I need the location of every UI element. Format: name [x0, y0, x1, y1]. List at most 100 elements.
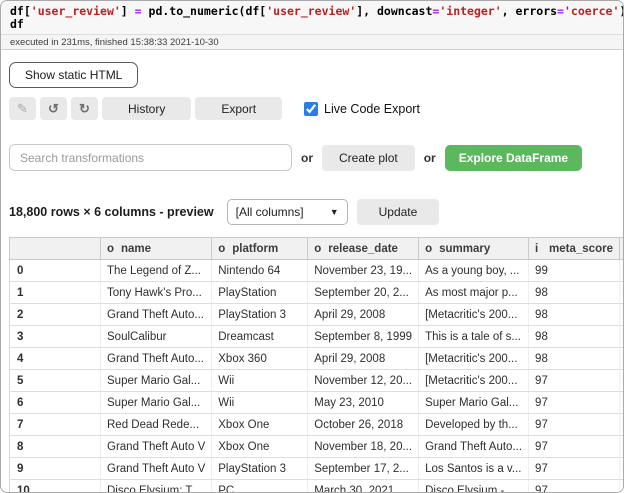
code-string-token: 'integer' [439, 4, 501, 18]
cell-summary: Los Santos is a v... [419, 458, 529, 480]
cell-meta_score: 97 [529, 392, 620, 414]
table-row: 8Grand Theft Auto VXbox OneNovember 18, … [10, 436, 624, 458]
table-row: 4Grand Theft Auto...Xbox 360April 29, 20… [10, 348, 624, 370]
live-code-export-label: Live Code Export [324, 102, 420, 116]
cell-user_review: 9.1 [619, 260, 624, 282]
cell-summary: Disco Elysium - ... [419, 480, 529, 493]
cell-meta_score: 99 [529, 260, 620, 282]
row-index: 9 [10, 458, 101, 480]
export-button[interactable]: Export [195, 97, 282, 120]
table-row: 9Grand Theft Auto VPlayStation 3Septembe… [10, 458, 624, 480]
cell-release_date: March 30, 2021 [308, 480, 419, 493]
cell-meta_score: 97 [529, 436, 620, 458]
cell-platform: PlayStation [212, 282, 308, 304]
table-row: 7Red Dead Rede...Xbox OneOctober 26, 201… [10, 414, 624, 436]
cell-platform: PC [212, 480, 308, 493]
cell-name: The Legend of Z... [101, 260, 212, 282]
cell-user_review: 7.4 [619, 282, 624, 304]
undo-icon[interactable]: ↺ [40, 97, 67, 120]
cell-platform: Xbox 360 [212, 348, 308, 370]
cell-summary: As a young boy, ... [419, 260, 529, 282]
row-index: 0 [10, 260, 101, 282]
columns-select[interactable]: [All columns] [227, 199, 348, 225]
cell-user_review: 8.3 [619, 458, 624, 480]
explore-dataframe-button[interactable]: Explore DataFrame [445, 145, 582, 171]
column-header-user_review: fuser_review [619, 238, 624, 260]
search-input[interactable] [9, 144, 292, 171]
table-row: 3SoulCaliburDreamcastSeptember 8, 1999Th… [10, 326, 624, 348]
table-row: 0The Legend of Z...Nintendo 64November 2… [10, 260, 624, 282]
cell-meta_score: 98 [529, 326, 620, 348]
cell-release_date: May 23, 2010 [308, 392, 419, 414]
cell-release_date: April 29, 2008 [308, 304, 419, 326]
column-header-summary: osummary [419, 238, 529, 260]
cell-meta_score: 97 [529, 480, 620, 493]
cell-release_date: November 23, 19... [308, 260, 419, 282]
row-index: 5 [10, 370, 101, 392]
cell-user_review: 7.9 [619, 348, 624, 370]
row-index: 6 [10, 392, 101, 414]
cell-release_date: November 12, 20... [308, 370, 419, 392]
cell-summary: [Metacritic's 200... [419, 370, 529, 392]
cell-summary: As most major p... [419, 282, 529, 304]
row-index: 7 [10, 414, 101, 436]
cell-name: Disco Elysium: T... [101, 480, 212, 493]
code-line-2: df [10, 18, 614, 31]
column-header-meta_score: imeta_score [529, 238, 620, 260]
cell-name: Super Mario Gal... [101, 392, 212, 414]
code-token: = [135, 4, 142, 18]
or-label-1: or [301, 151, 313, 165]
code-line-1: df['user_review'] = pd.to_numeric(df['us… [10, 5, 614, 18]
cell-user_review: 8.3 [619, 480, 624, 493]
live-code-export-control: Live Code Export [304, 102, 420, 116]
cell-release_date: September 17, 2... [308, 458, 419, 480]
cell-meta_score: 98 [529, 348, 620, 370]
cell-summary: [Metacritic's 200... [419, 304, 529, 326]
cell-user_review: 9.1 [619, 370, 624, 392]
cell-meta_score: 98 [529, 304, 620, 326]
table-row: 2Grand Theft Auto...PlayStation 3April 2… [10, 304, 624, 326]
table-row: 6Super Mario Gal...WiiMay 23, 2010Super … [10, 392, 624, 414]
cell-name: Grand Theft Auto... [101, 304, 212, 326]
history-button[interactable]: History [102, 97, 191, 120]
cell-name: Red Dead Rede... [101, 414, 212, 436]
cell-meta_score: 98 [529, 282, 620, 304]
table-row: 1Tony Hawk's Pro...PlayStationSeptember … [10, 282, 624, 304]
cell-platform: Xbox One [212, 436, 308, 458]
row-index: 1 [10, 282, 101, 304]
or-label-2: or [424, 151, 436, 165]
cell-release_date: October 26, 2018 [308, 414, 419, 436]
cell-meta_score: 97 [529, 414, 620, 436]
columns-select-wrap: [All columns] ▼ [227, 199, 348, 225]
code-string-token: 'user_review' [31, 4, 121, 18]
redo-icon[interactable]: ↻ [71, 97, 98, 120]
cell-summary: Grand Theft Auto... [419, 436, 529, 458]
show-static-html-button[interactable]: Show static HTML [9, 62, 138, 88]
cell-user_review: 9.1 [619, 392, 624, 414]
create-plot-button[interactable]: Create plot [322, 145, 415, 171]
notebook-cell-output: df['user_review'] = pd.to_numeric(df['us… [0, 0, 624, 493]
live-code-export-checkbox[interactable] [304, 102, 318, 116]
cell-release_date: September 20, 2... [308, 282, 419, 304]
code-token: , errors [502, 4, 557, 18]
table-body: 0The Legend of Z...Nintendo 64November 2… [10, 260, 624, 493]
cell-name: Tony Hawk's Pro... [101, 282, 212, 304]
cell-summary: This is a tale of s... [419, 326, 529, 348]
row-index: 4 [10, 348, 101, 370]
cell-summary: Developed by th... [419, 414, 529, 436]
table-row: 5Super Mario Gal...WiiNovember 12, 20...… [10, 370, 624, 392]
update-button[interactable]: Update [357, 199, 440, 225]
cell-user_review: 7.7 [619, 304, 624, 326]
column-header-name: oname [101, 238, 212, 260]
code-token: ], downcast [356, 4, 432, 18]
cell-platform: PlayStation 3 [212, 458, 308, 480]
table-header-row: onameoplatformorelease_dateosummaryimeta… [10, 238, 624, 260]
index-column-header [10, 238, 101, 260]
edit-icon[interactable]: ✎ [9, 97, 36, 120]
code-cell[interactable]: df['user_review'] = pd.to_numeric(df['us… [1, 1, 623, 35]
cell-name: Grand Theft Auto... [101, 348, 212, 370]
code-token: = [557, 4, 564, 18]
dtype-label: o [314, 243, 328, 255]
cell-platform: Nintendo 64 [212, 260, 308, 282]
column-header-platform: oplatform [212, 238, 308, 260]
